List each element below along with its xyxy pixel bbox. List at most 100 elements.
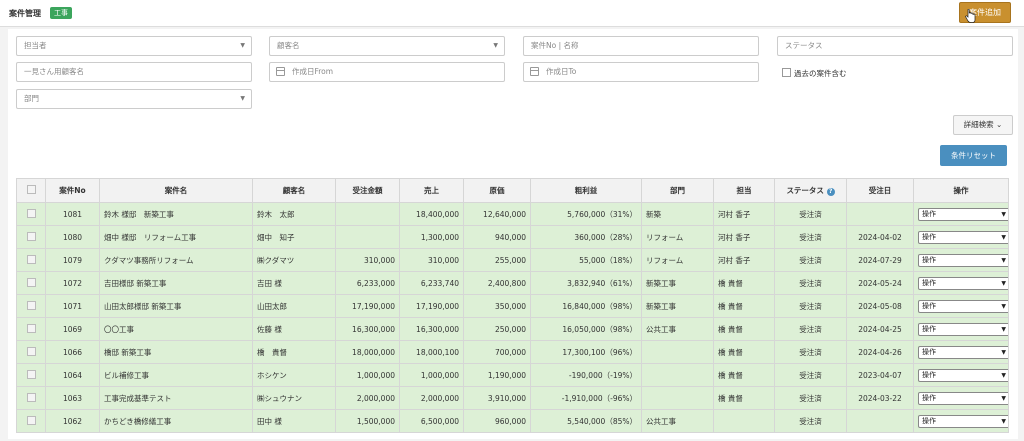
cell-operation: 操作 ▼: [913, 271, 1009, 295]
checkbox-box[interactable]: [782, 68, 791, 77]
row-checkbox-cell[interactable]: [16, 225, 46, 249]
row-checkbox[interactable]: [26, 392, 36, 402]
row-checkbox[interactable]: [26, 369, 36, 379]
row-checkbox[interactable]: [26, 208, 36, 218]
cell-sales: 18,000,100: [399, 340, 464, 364]
operation-select[interactable]: 操作 ▼: [918, 299, 1008, 313]
row-checkbox-cell[interactable]: [16, 248, 46, 272]
help-icon[interactable]: ?: [826, 188, 835, 196]
cell-name[interactable]: ビル補修工事: [99, 363, 253, 387]
table-row[interactable]: 1079 クダマツ事務所リフォーム ㈱クダマツ 310,000 310,000 255,0…: [16, 248, 1009, 272]
operation-select[interactable]: 操作 ▼: [918, 391, 1008, 405]
row-checkbox-cell[interactable]: [16, 271, 46, 295]
operation-select[interactable]: 操作 ▼: [918, 345, 1008, 359]
cell-name[interactable]: 山田太郎様邸 新築工事: [99, 294, 253, 318]
chevron-down-icon: ▼: [493, 42, 498, 49]
cell-name[interactable]: 鈴木 様邸 新築工事: [99, 202, 253, 226]
department-select[interactable]: 部門 ▼: [16, 89, 252, 109]
operation-select[interactable]: 操作 ▼: [918, 322, 1008, 336]
col-customer[interactable]: 顧客名: [252, 178, 336, 203]
cell-status: 受注済: [774, 248, 847, 272]
row-checkbox[interactable]: [26, 415, 36, 425]
table-row[interactable]: 1072 吉田様邸 新築工事 吉田 様 6,233,000 6,233,740 2,400…: [16, 271, 1009, 295]
calendar-icon: [276, 67, 285, 76]
col-status[interactable]: ステータス ?: [774, 178, 847, 203]
status-input[interactable]: ステータス: [777, 36, 1013, 56]
row-checkbox[interactable]: [26, 300, 36, 310]
row-checkbox-cell[interactable]: [16, 340, 46, 364]
table-row[interactable]: 1062 かちどき橋修繕工事 田中 様 1,500,000 6,500,000 960,0…: [16, 409, 1009, 433]
operation-select[interactable]: 操作 ▼: [918, 414, 1008, 428]
cell-profit: 16,050,000（98%）: [530, 317, 642, 341]
customer-select[interactable]: 顧客名 ▼: [269, 36, 505, 56]
row-checkbox-cell[interactable]: [16, 386, 46, 410]
row-checkbox-cell[interactable]: [16, 317, 46, 341]
select-all-header[interactable]: [16, 178, 46, 203]
col-order-amount[interactable]: 受注金額: [335, 178, 400, 203]
assignee-select[interactable]: 担当者 ▼: [16, 36, 252, 56]
cell-no: 1069: [45, 317, 100, 341]
cell-operation: 操作 ▼: [913, 340, 1009, 364]
table-row[interactable]: 1080 畑中 様邸 リフォーム工事 畑中 知子 1,300,000 940,000 36…: [16, 225, 1009, 249]
cell-name[interactable]: かちどき橋修繕工事: [99, 409, 253, 433]
row-checkbox-cell[interactable]: [16, 202, 46, 226]
cell-name[interactable]: 工事完成基準テスト: [99, 386, 253, 410]
chevron-down-icon: ▼: [1001, 256, 1006, 264]
operation-select[interactable]: 操作 ▼: [918, 368, 1008, 382]
detail-search-button[interactable]: 詳細検索 ⌄: [953, 115, 1013, 135]
created-to-input[interactable]: 作成日To: [523, 62, 759, 82]
table-row[interactable]: 1081 鈴木 様邸 新築工事 鈴木 太郎 18,400,000 12,640,000 5…: [16, 202, 1009, 226]
include-past-label: 過去の案件含む: [794, 69, 847, 78]
created-from-placeholder: 作成日From: [292, 67, 334, 76]
row-checkbox-cell[interactable]: [16, 294, 46, 318]
col-cost[interactable]: 原価: [463, 178, 531, 203]
col-sales[interactable]: 売上: [399, 178, 464, 203]
row-checkbox[interactable]: [26, 277, 36, 287]
table-row[interactable]: 1066 橋邸 新築工事橋 貴督 18,000,000 18,000,100 700,0…: [16, 340, 1009, 364]
include-past-checkbox[interactable]: 過去の案件含む: [782, 68, 847, 80]
cell-sales: 310,000: [399, 248, 464, 272]
select-all-checkbox[interactable]: [26, 185, 36, 194]
col-department[interactable]: 部門: [641, 178, 714, 203]
col-gross-profit[interactable]: 粗利益: [530, 178, 642, 203]
row-checkbox-cell[interactable]: [16, 409, 46, 433]
table-row[interactable]: 1063 工事完成基準テスト ㈱シュウナン 2,000,000 2,000,000 3,9…: [16, 386, 1009, 410]
cell-name[interactable]: クダマツ事務所リフォーム: [99, 248, 253, 272]
reset-conditions-button[interactable]: 条件リセット: [940, 145, 1007, 166]
operation-select[interactable]: 操作 ▼: [918, 207, 1008, 221]
cell-customer: 吉田 様: [252, 271, 336, 295]
cell-order: 1,000,000: [335, 363, 400, 387]
operation-select[interactable]: 操作 ▼: [918, 253, 1008, 267]
col-staff[interactable]: 担当: [713, 178, 775, 203]
col-operation: 操作: [913, 178, 1009, 203]
cell-name[interactable]: 畑中 様邸 リフォーム工事: [99, 225, 253, 249]
list-customer-input[interactable]: 一見さん用顧客名: [16, 62, 252, 82]
cell-order: [335, 202, 400, 226]
col-case-no[interactable]: 案件No: [45, 178, 100, 203]
cell-name[interactable]: 橋邸 新築工事: [99, 340, 253, 364]
created-from-input[interactable]: 作成日From: [269, 62, 505, 82]
table-row[interactable]: 1064 ビル補修工事 ホシケン 1,000,000 1,000,000 1,190,00…: [16, 363, 1009, 387]
row-checkbox[interactable]: [26, 323, 36, 333]
cell-staff: 橋 貴督: [713, 317, 775, 341]
operation-select[interactable]: 操作 ▼: [918, 230, 1008, 244]
case-no-name-input[interactable]: 案件No | 名称: [523, 36, 759, 56]
col-status-label: ステータス: [786, 186, 824, 195]
row-checkbox[interactable]: [26, 346, 36, 356]
col-order-date[interactable]: 受注日: [846, 178, 914, 203]
cell-profit: 16,840,000（98%）: [530, 294, 642, 318]
row-checkbox[interactable]: [26, 254, 36, 264]
row-checkbox[interactable]: [26, 231, 36, 241]
table-row[interactable]: 1071 山田太郎様邸 新築工事 山田太郎 17,190,000 17,190,000 3…: [16, 294, 1009, 318]
operation-select[interactable]: 操作 ▼: [918, 276, 1008, 290]
cell-cost: 350,000: [463, 294, 531, 318]
chevron-down-icon: ▼: [1001, 417, 1006, 425]
table-row[interactable]: 1069 〇〇工事 佐藤 様 16,300,000 16,300,000 250,000 1…: [16, 317, 1009, 341]
cell-name[interactable]: 〇〇工事: [99, 317, 253, 341]
page-header: 案件管理 工事 案件追加: [0, 0, 1024, 27]
cell-sales: 6,500,000: [399, 409, 464, 433]
row-checkbox-cell[interactable]: [16, 363, 46, 387]
cell-name[interactable]: 吉田様邸 新築工事: [99, 271, 253, 295]
cell-sales: 1,300,000: [399, 225, 464, 249]
col-case-name[interactable]: 案件名: [99, 178, 253, 203]
